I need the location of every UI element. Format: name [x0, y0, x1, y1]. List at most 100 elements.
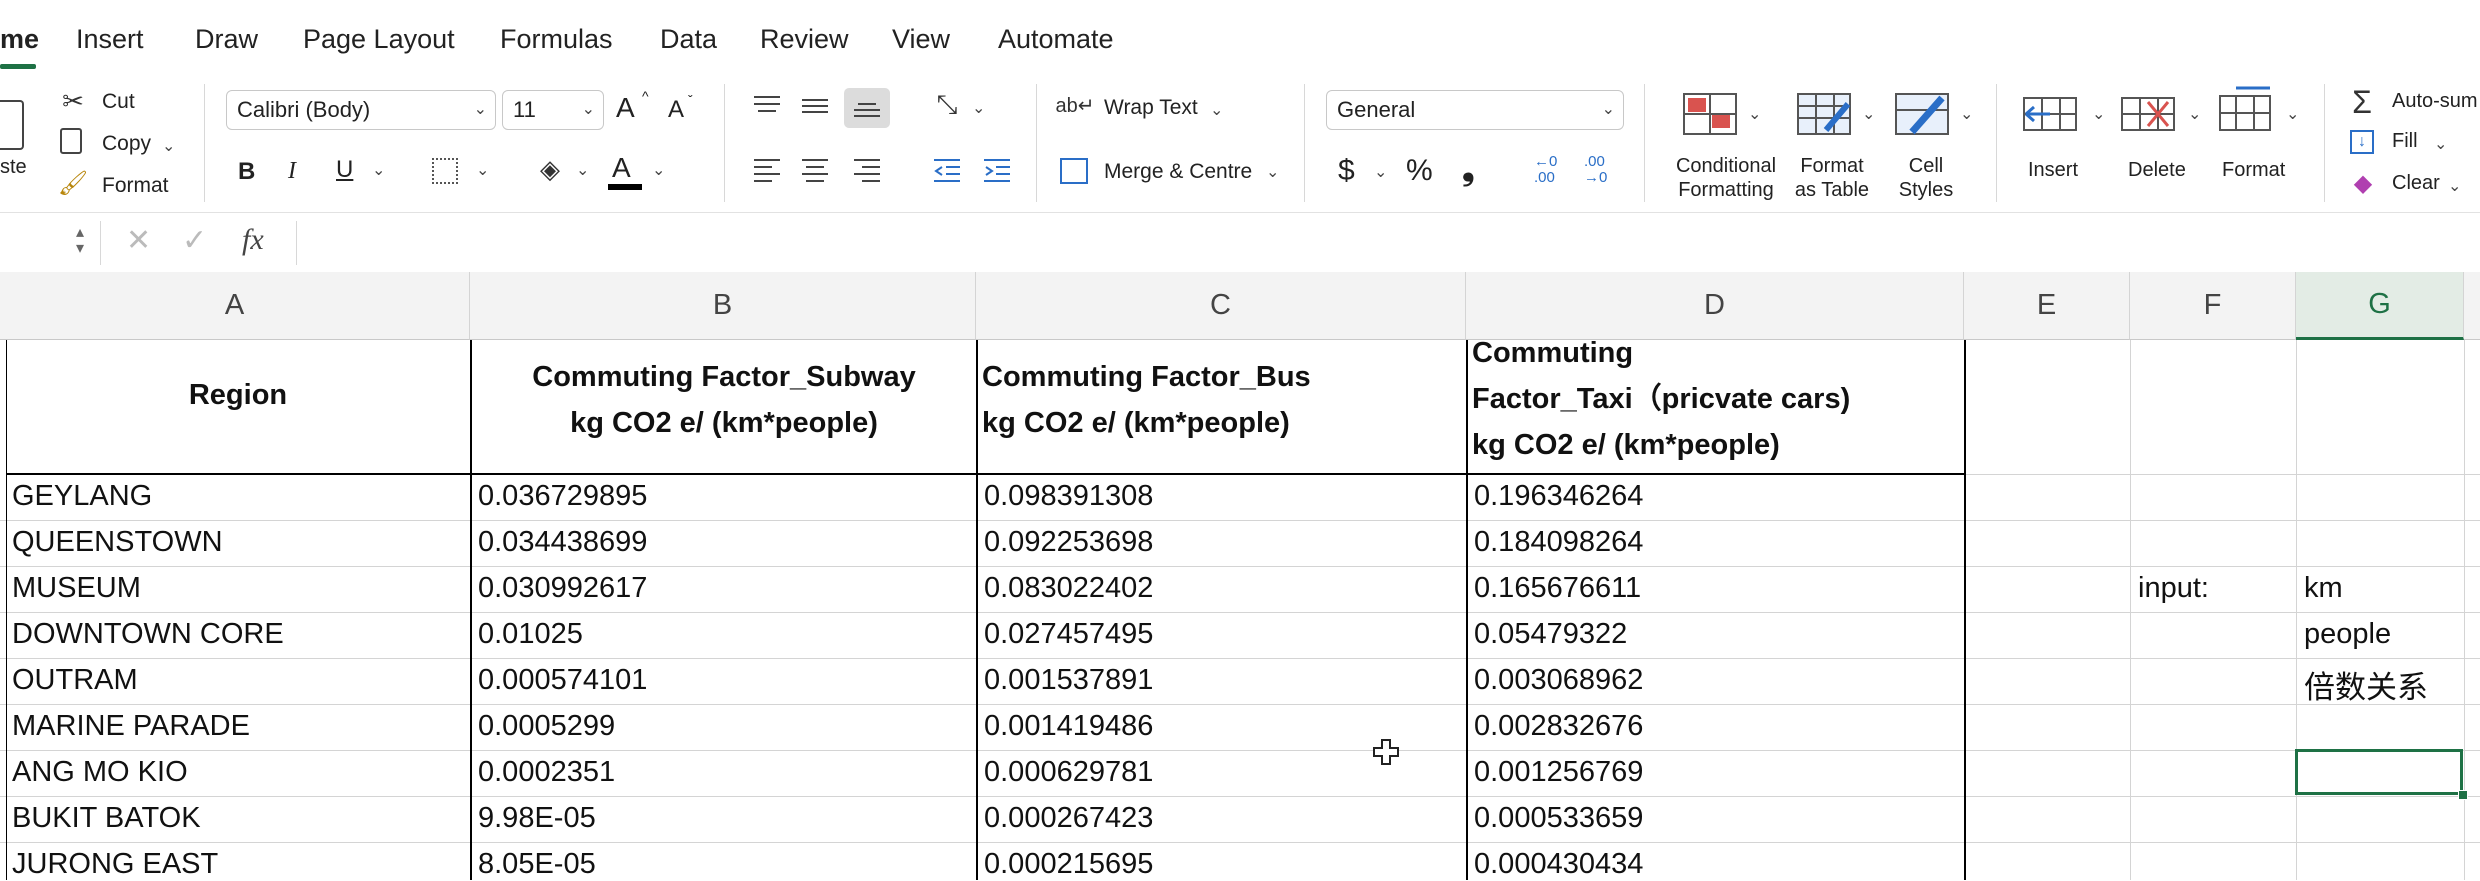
wrap-text-dropdown-icon[interactable]: ⌄: [1210, 100, 1223, 120]
tab-view[interactable]: View: [892, 24, 950, 55]
tab-data[interactable]: Data: [660, 24, 717, 55]
autosum-button[interactable]: Auto-sum: [2392, 90, 2478, 113]
borders-icon[interactable]: [432, 158, 458, 184]
delete-dropdown-icon[interactable]: ⌄: [2188, 104, 2201, 124]
format-as-table-button[interactable]: Format as Table: [1786, 154, 1878, 202]
paste-button[interactable]: ste: [0, 156, 27, 179]
column-header-b[interactable]: B: [470, 272, 976, 340]
column-header-f[interactable]: F: [2130, 272, 2296, 340]
cell-bus[interactable]: 0.001537891: [984, 664, 1153, 697]
column-header-e[interactable]: E: [1964, 272, 2130, 340]
fill-handle[interactable]: [2458, 790, 2468, 800]
underline-button[interactable]: U: [336, 156, 353, 184]
header-bus[interactable]: Commuting Factor_Bus kg CO2 e/ (km*peopl…: [982, 354, 1462, 446]
cell-taxi[interactable]: 0.05479322: [1474, 618, 1627, 651]
align-left-icon[interactable]: [752, 156, 782, 184]
cell-people[interactable]: people: [2304, 618, 2391, 651]
align-middle-icon[interactable]: [800, 94, 830, 118]
cell-bus[interactable]: 0.001419486: [984, 710, 1153, 743]
cell-input-label[interactable]: input:: [2138, 572, 2209, 605]
align-right-icon[interactable]: [852, 156, 882, 184]
cell-subway[interactable]: 0.000574101: [478, 664, 647, 697]
cell-region[interactable]: QUEENSTOWN: [12, 526, 223, 559]
cell-taxi[interactable]: 0.002832676: [1474, 710, 1643, 743]
cell-taxi[interactable]: 0.184098264: [1474, 526, 1643, 559]
font-size-select[interactable]: 11 ⌄: [502, 90, 604, 130]
comma-style-button[interactable]: ❟: [1462, 150, 1475, 188]
tab-automate[interactable]: Automate: [998, 24, 1114, 55]
cell-region[interactable]: GEYLANG: [12, 480, 152, 513]
cell-bus[interactable]: 0.000629781: [984, 756, 1153, 789]
wrap-text-button[interactable]: Wrap Text: [1104, 96, 1198, 120]
cut-button[interactable]: Cut: [102, 90, 135, 114]
decrease-decimal-button[interactable]: .00 →0: [1584, 154, 1618, 186]
fill-dropdown-icon[interactable]: ⌄: [2434, 134, 2447, 154]
format-cells-button[interactable]: Format: [2222, 158, 2285, 182]
shrink-font-button[interactable]: A: [668, 96, 684, 124]
cell-subway[interactable]: 0.030992617: [478, 572, 647, 605]
copy-button[interactable]: Copy: [102, 132, 151, 156]
confirm-icon[interactable]: ✓: [182, 223, 207, 258]
formula-input[interactable]: [296, 221, 2480, 265]
cell-subway[interactable]: 0.034438699: [478, 526, 647, 559]
clear-dropdown-icon[interactable]: ⌄: [2448, 176, 2461, 196]
cell-subway[interactable]: 0.0005299: [478, 710, 615, 743]
format-as-table-dropdown-icon[interactable]: ⌄: [1862, 104, 1875, 124]
percent-button[interactable]: %: [1406, 154, 1433, 188]
number-format-select[interactable]: General ⌄: [1326, 90, 1624, 130]
copy-dropdown-icon[interactable]: ⌄: [162, 136, 175, 156]
cell-region[interactable]: BUKIT BATOK: [12, 802, 201, 835]
column-header-a[interactable]: A: [0, 272, 470, 340]
selected-cell[interactable]: [2295, 749, 2463, 795]
borders-dropdown-icon[interactable]: ⌄: [476, 160, 489, 180]
align-top-icon[interactable]: [752, 94, 782, 118]
increase-decimal-button[interactable]: ←0 .00: [1534, 154, 1568, 186]
insert-cells-button[interactable]: Insert: [2028, 158, 2078, 182]
fill-button[interactable]: Fill: [2392, 130, 2418, 153]
insert-function-icon[interactable]: fx: [242, 223, 264, 257]
cell-region[interactable]: DOWNTOWN CORE: [12, 618, 284, 651]
cell-subway[interactable]: 0.036729895: [478, 480, 647, 513]
cell-bus[interactable]: 0.000267423: [984, 802, 1153, 835]
name-box[interactable]: ▴ ▾: [0, 221, 101, 265]
merge-centre-button[interactable]: Merge & Centre: [1104, 160, 1252, 184]
conditional-formatting-dropdown-icon[interactable]: ⌄: [1748, 104, 1761, 124]
font-color-dropdown-icon[interactable]: ⌄: [652, 160, 665, 180]
fill-color-dropdown-icon[interactable]: ⌄: [576, 160, 589, 180]
align-bottom-icon[interactable]: [844, 88, 890, 128]
column-header-c[interactable]: C: [976, 272, 1466, 340]
tab-review[interactable]: Review: [760, 24, 849, 55]
cell-subway[interactable]: 8.05E-05: [478, 848, 596, 881]
cell-region[interactable]: JURONG EAST: [12, 848, 218, 881]
cell-subway[interactable]: 9.98E-05: [478, 802, 596, 835]
cell-region[interactable]: MARINE PARADE: [12, 710, 250, 743]
header-taxi[interactable]: Commuting Factor_Taxi（pricvate cars) kg …: [1472, 330, 1962, 468]
fill-color-icon[interactable]: ◈: [536, 154, 564, 184]
insert-dropdown-icon[interactable]: ⌄: [2092, 104, 2105, 124]
clear-button[interactable]: Clear: [2392, 172, 2440, 195]
italic-button[interactable]: I: [288, 158, 296, 185]
tab-page-layout[interactable]: Page Layout: [303, 24, 455, 55]
cell-taxi[interactable]: 0.165676611: [1474, 572, 1641, 605]
cell-bus[interactable]: 0.083022402: [984, 572, 1153, 605]
cell-km[interactable]: km: [2304, 572, 2343, 605]
font-name-select[interactable]: Calibri (Body) ⌄: [226, 90, 496, 130]
cell-taxi[interactable]: 0.003068962: [1474, 664, 1643, 697]
cell-region[interactable]: ANG MO KIO: [12, 756, 188, 789]
currency-dropdown-icon[interactable]: ⌄: [1374, 162, 1387, 182]
align-center-icon[interactable]: [800, 156, 830, 184]
cell-bus[interactable]: 0.092253698: [984, 526, 1153, 559]
underline-dropdown-icon[interactable]: ⌄: [372, 160, 385, 180]
format-painter-button[interactable]: Format: [102, 174, 169, 198]
header-subway[interactable]: Commuting Factor_Subway kg CO2 e/ (km*pe…: [472, 354, 976, 446]
cell-bus[interactable]: 0.000215695: [984, 848, 1153, 881]
cell-subway[interactable]: 0.0002351: [478, 756, 615, 789]
name-box-stepper-icon[interactable]: ▴ ▾: [76, 225, 84, 257]
cell-styles-dropdown-icon[interactable]: ⌄: [1960, 104, 1973, 124]
cell-taxi[interactable]: 0.196346264: [1474, 480, 1643, 513]
cell-ratio[interactable]: 倍数关系: [2304, 662, 2428, 707]
increase-indent-icon[interactable]: [982, 156, 1012, 184]
cell-bus[interactable]: 0.098391308: [984, 480, 1153, 513]
cell-subway[interactable]: 0.01025: [478, 618, 583, 651]
delete-cells-button[interactable]: Delete: [2128, 158, 2186, 182]
